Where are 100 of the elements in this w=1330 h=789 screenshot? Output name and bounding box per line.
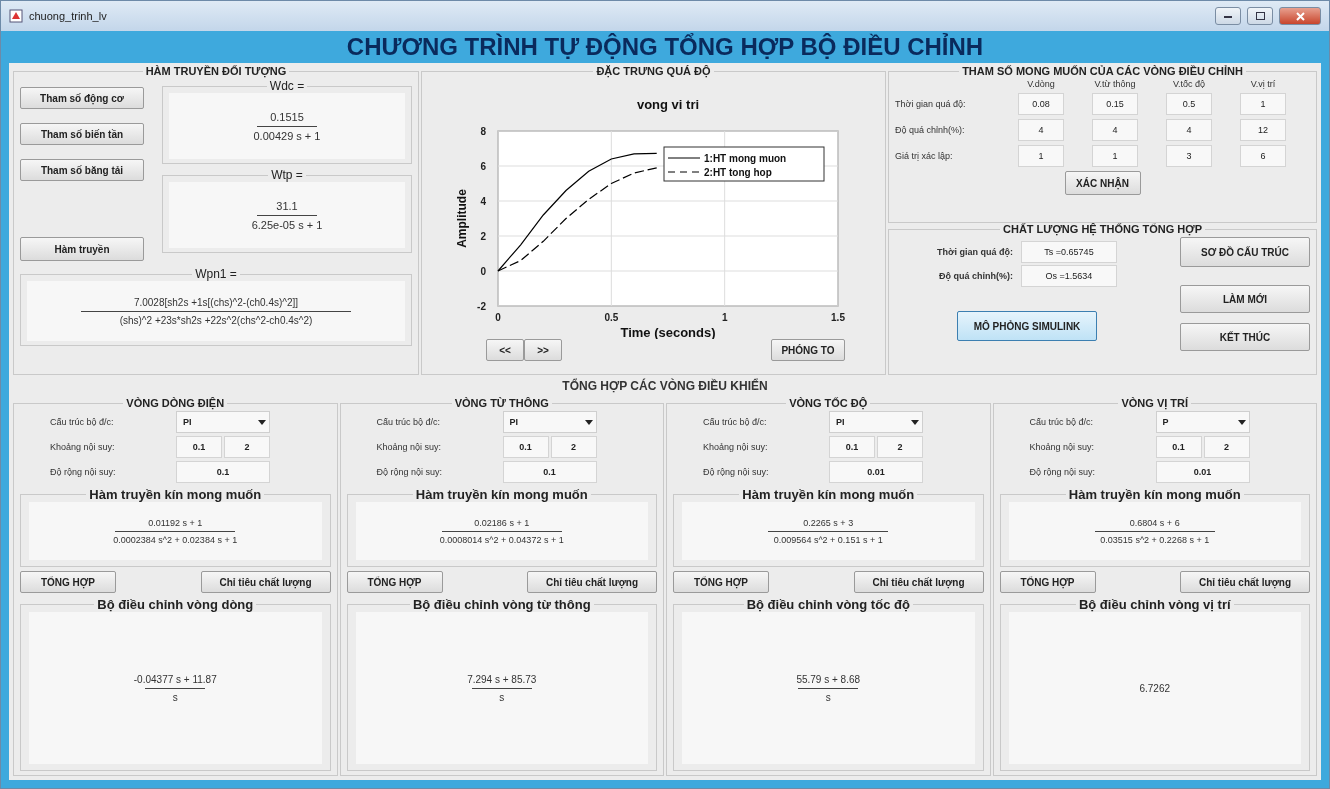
y-tick-label: -2 (477, 301, 486, 312)
y-tick-label: 6 (480, 161, 486, 172)
denominator: s (825, 691, 831, 703)
range-field[interactable]: 0.1 (829, 436, 875, 458)
panel-title: Hàm truyền kín mong muốn (88, 487, 263, 502)
structure-dropdown[interactable]: PI (502, 411, 597, 433)
quality-criteria-button[interactable]: Chỉ tiêu chất lượng (853, 571, 984, 593)
result-field[interactable]: Ts =0.65745 (1021, 241, 1117, 263)
parameter-field[interactable]: 0.08 (1018, 93, 1064, 115)
denominator: 0.03515 s^2 + 0.2268 s + 1 (1100, 534, 1210, 545)
parameter-field[interactable]: 1 (1240, 93, 1286, 115)
structure-dropdown[interactable]: P (1155, 411, 1250, 433)
range-field[interactable]: 0.1 (502, 436, 549, 458)
width-field[interactable]: 0.1 (176, 461, 270, 483)
range-field[interactable]: 2 (224, 436, 270, 458)
synthesize-button[interactable]: TỔNG HỢP (346, 571, 443, 593)
field-label: Độ rộng nội suy: (50, 467, 117, 477)
column-header: V.tốc độ (1172, 79, 1206, 89)
parameter-button[interactable]: Tham số biến tần (20, 123, 144, 145)
navigation-button[interactable]: << (486, 339, 524, 361)
denominator: 6.25e-05 s + 1 (251, 218, 323, 231)
parameter-field[interactable]: 1 (1018, 145, 1064, 167)
field-label: Cấu trúc bộ đ/c: (50, 417, 115, 427)
denominator: 0.0002384 s^2 + 0.02384 s + 1 (113, 534, 238, 545)
width-field[interactable]: 0.1 (502, 461, 597, 483)
parameter-button[interactable]: Tham số băng tải (20, 159, 144, 181)
panel-title: Bộ điều chỉnh vòng từ thông (411, 597, 592, 612)
parameter-field[interactable]: 3 (1166, 145, 1212, 167)
field-label: Thời gian quá độ: (936, 247, 1013, 257)
parameter-field[interactable]: 12 (1240, 119, 1286, 141)
action-button[interactable]: KẾT THÚC (1180, 323, 1310, 351)
denominator: 0.00429 s + 1 (253, 129, 321, 142)
range-field[interactable]: 2 (550, 436, 597, 458)
parameter-field[interactable]: 4 (1166, 119, 1212, 141)
panel-title: Hàm truyền kín mong muốn (414, 487, 589, 502)
panel-label: Wpn1 = (194, 267, 238, 281)
panel-title: VÒNG VỊ TRÍ (1120, 397, 1190, 409)
parameter-field[interactable]: 1 (1092, 145, 1138, 167)
synthesize-button[interactable]: TỔNG HỢP (673, 571, 769, 593)
action-button[interactable]: SƠ ĐỒ CẤU TRÚC (1180, 237, 1310, 267)
parameter-field[interactable]: 0.5 (1166, 93, 1212, 115)
panel-title: Bộ điều chỉnh vòng dòng (96, 597, 255, 612)
field-label: Cấu trúc bộ đ/c: (376, 417, 442, 427)
y-tick-label: 0 (480, 266, 486, 277)
numerator: 7.294 s + 85.73 (467, 673, 537, 685)
numerator: 7.0028[sh2s +1s[(chs)^2-(ch0.4s)^2]] (133, 296, 299, 308)
width-field[interactable]: 0.01 (829, 461, 923, 483)
parameter-field[interactable]: 0.15 (1092, 93, 1138, 115)
parameter-field[interactable]: 4 (1018, 119, 1064, 141)
field-label: Khoảng nội suy: (376, 442, 443, 452)
x-tick-label: 0 (495, 312, 501, 323)
quality-criteria-button[interactable]: Chỉ tiêu chất lượng (527, 571, 657, 593)
panel-title: CHẤT LƯỢNG HỆ THỐNG TỔNG HỢP (1002, 223, 1203, 235)
action-button[interactable]: LÀM MỚI (1180, 285, 1310, 313)
range-field[interactable]: 2 (1203, 436, 1250, 458)
numerator: 0.02186 s + 1 (474, 517, 530, 528)
range-field[interactable]: 0.1 (1155, 436, 1202, 458)
parameter-field[interactable]: 6 (1240, 145, 1286, 167)
panel-title: Hàm truyền kín mong muốn (1067, 487, 1242, 502)
numerator: 31.1 (276, 199, 298, 212)
parameter-field[interactable]: 4 (1092, 119, 1138, 141)
row-label: Thời gian quá độ: (895, 99, 966, 109)
result-field[interactable]: Os =1.5634 (1021, 265, 1117, 287)
numerator: 0.01192 s + 1 (148, 517, 203, 528)
panel-title: VÒNG TỪ THÔNG (453, 397, 550, 409)
confirm-button[interactable]: XÁC NHẬN (1064, 171, 1141, 195)
parameter-button[interactable]: Tham số động cơ (20, 87, 144, 109)
field-label: Khoảng nội suy: (1029, 442, 1096, 452)
panel-title: VÒNG TỐC ĐỘ (788, 397, 869, 409)
quality-criteria-button[interactable]: Chỉ tiêu chất lượng (200, 571, 331, 593)
range-field[interactable]: 0.1 (176, 436, 222, 458)
panel-title: Bộ điều chỉnh vòng vị trí (1077, 597, 1232, 612)
zoom-button[interactable]: PHÓNG TO (771, 339, 845, 361)
quality-criteria-button[interactable]: Chỉ tiêu chất lượng (1180, 571, 1310, 593)
x-tick-label: 1.5 (831, 312, 845, 323)
y-tick-label: 8 (480, 126, 486, 137)
field-label: Khoảng nội suy: (703, 442, 769, 452)
numerator: 55.79 s + 8.68 (796, 673, 861, 685)
panel-title: HÀM TRUYỀN ĐỐI TƯỢNG (144, 65, 288, 77)
y-tick-label: 2 (480, 231, 486, 242)
field-label: Cấu trúc bộ đ/c: (1029, 417, 1095, 427)
chart-title: vong vi tri (636, 97, 700, 112)
structure-dropdown[interactable]: PI (176, 411, 270, 433)
numerator: -0.04377 s + 11.87 (133, 673, 217, 685)
simulink-button[interactable]: MÔ PHỎNG SIMULINK (957, 311, 1097, 341)
structure-dropdown[interactable]: PI (829, 411, 923, 433)
legend-label: 2:HT tong hop (704, 167, 772, 178)
synthesize-button[interactable]: TỔNG HỢP (999, 571, 1096, 593)
numerator: 0.6804 s + 6 (1129, 517, 1180, 528)
app-title: CHƯƠNG TRÌNH TỰ ĐỘNG TỔNG HỢP BỘ ĐIỀU CHỈNH (345, 32, 985, 62)
navigation-button[interactable]: >> (524, 339, 562, 361)
transfer-function-button[interactable]: Hàm truyền (20, 237, 144, 261)
controller-gain: 6.7262 (1139, 682, 1171, 694)
panel-label: Wtp = (270, 168, 304, 182)
synthesize-button[interactable]: TỔNG HỢP (20, 571, 116, 593)
window-title: chuong_trinh_lv (29, 10, 108, 22)
field-label: Độ rộng nội suy: (376, 467, 444, 477)
denominator: 0.0008014 s^2 + 0.04372 s + 1 (439, 534, 564, 545)
range-field[interactable]: 2 (877, 436, 923, 458)
width-field[interactable]: 0.01 (1155, 461, 1250, 483)
